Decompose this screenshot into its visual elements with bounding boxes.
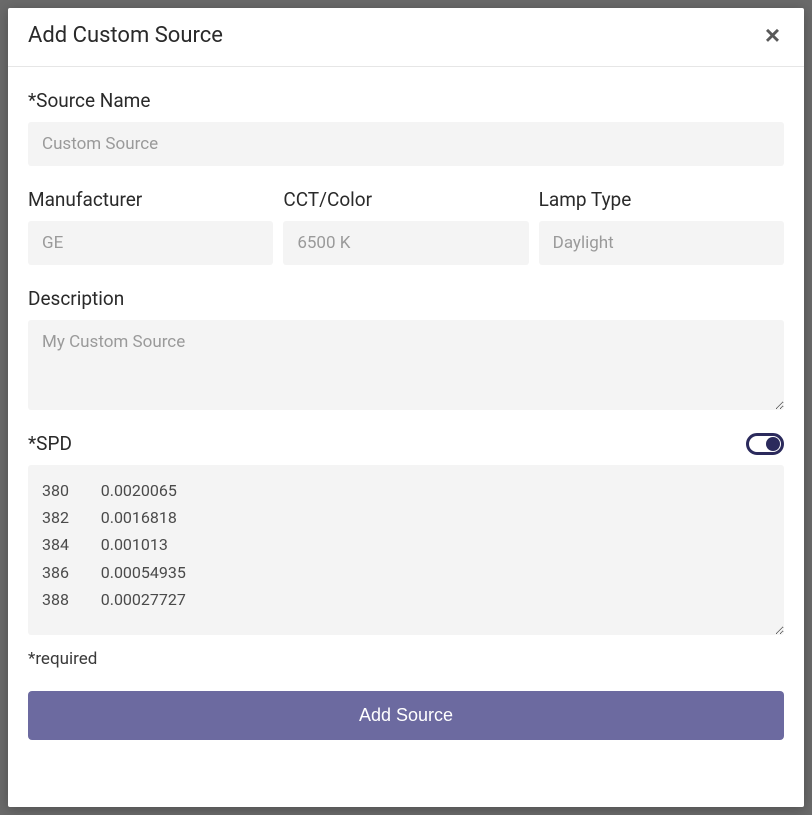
description-label: Description: [28, 287, 784, 310]
spd-header: *SPD: [28, 432, 784, 455]
meta-row: Manufacturer CCT/Color Lamp Type: [28, 188, 784, 265]
manufacturer-field: Manufacturer: [28, 188, 273, 265]
add-custom-source-modal: Add Custom Source × *Source Name Manufac…: [8, 8, 804, 807]
manufacturer-input[interactable]: [28, 221, 273, 265]
cct-input[interactable]: [283, 221, 528, 265]
description-field: Description: [28, 287, 784, 410]
source-name-field: *Source Name: [28, 89, 784, 166]
lamp-type-label: Lamp Type: [539, 188, 784, 211]
spd-input[interactable]: [28, 465, 784, 635]
modal-body: *Source Name Manufacturer CCT/Color Lamp…: [8, 67, 804, 807]
spd-label: *SPD: [28, 432, 72, 455]
cct-label: CCT/Color: [283, 188, 528, 211]
required-note: *required: [28, 649, 784, 669]
source-name-label: *Source Name: [28, 89, 784, 112]
add-source-button[interactable]: Add Source: [28, 691, 784, 740]
lamp-type-input[interactable]: [539, 221, 784, 265]
cct-field: CCT/Color: [283, 188, 528, 265]
modal-header: Add Custom Source ×: [8, 8, 804, 67]
close-button[interactable]: ×: [761, 22, 784, 48]
spd-toggle[interactable]: [746, 433, 784, 455]
manufacturer-label: Manufacturer: [28, 188, 273, 211]
description-input[interactable]: [28, 320, 784, 410]
lamp-type-field: Lamp Type: [539, 188, 784, 265]
modal-title: Add Custom Source: [28, 23, 223, 48]
source-name-input[interactable]: [28, 122, 784, 166]
spd-section: *SPD: [28, 432, 784, 639]
toggle-knob-icon: [766, 437, 780, 451]
